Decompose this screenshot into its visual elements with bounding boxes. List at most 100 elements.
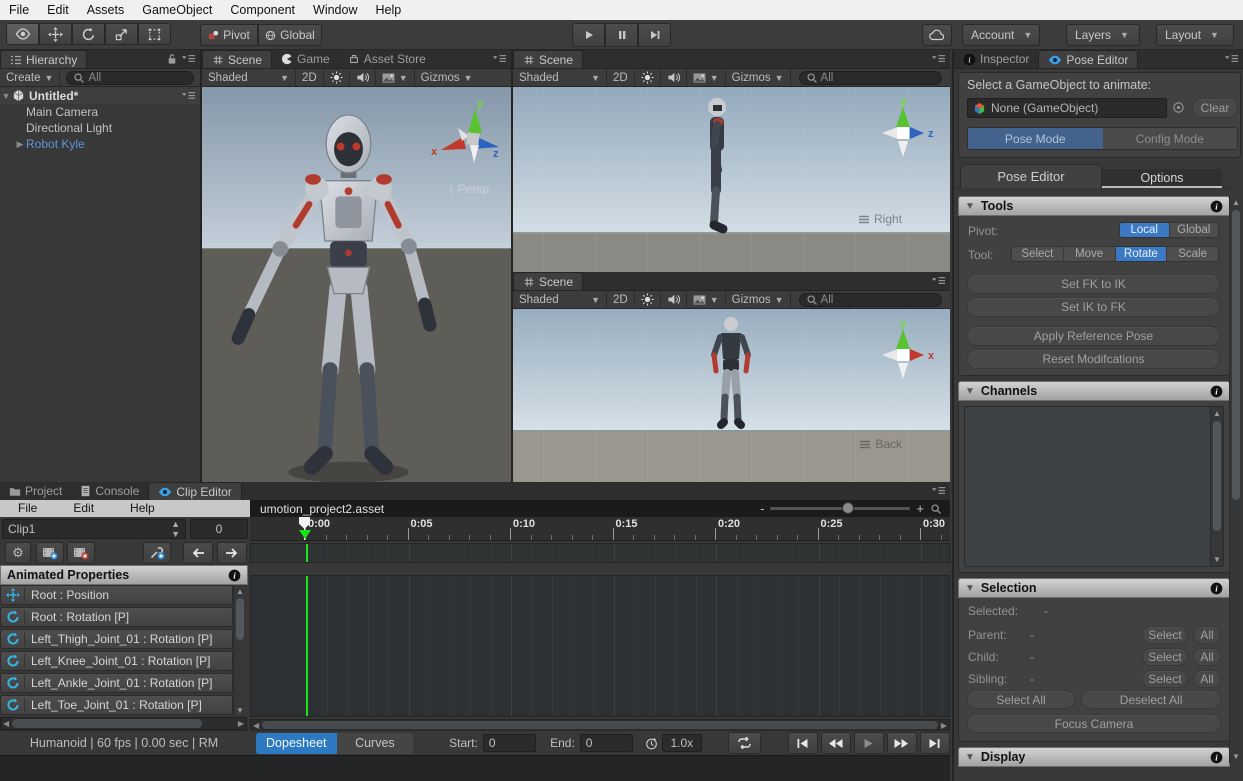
rotate-tool-button[interactable] [72, 23, 105, 45]
audio-toggle[interactable] [661, 69, 687, 87]
clip-dropdown[interactable]: Clip1▲▼ [2, 519, 186, 539]
scene-back-viewport[interactable]: y x Back [513, 309, 950, 482]
gizmos-dropdown[interactable]: Gizmos▼ [415, 69, 479, 87]
effects-dropdown[interactable]: ▼ [687, 69, 726, 87]
robot-back-silhouette[interactable] [701, 315, 761, 435]
tab-game[interactable]: Game [272, 50, 339, 68]
menu-edit[interactable]: Edit [38, 0, 78, 20]
deselect-all-button[interactable]: Deselect All [1081, 690, 1221, 709]
zoom-out-button[interactable]: - [760, 501, 764, 516]
property-row-left-toe-joint-01-rotation-p[interactable]: Left_Toe_Joint_01 : Rotation [P] [0, 695, 233, 715]
scene-right-viewport[interactable]: y z Right [513, 87, 950, 272]
hierarchy-item-main-camera[interactable]: Main Camera [0, 104, 200, 120]
selection-section-header[interactable]: ▼Selection i [958, 578, 1230, 598]
audio-toggle[interactable] [350, 69, 376, 87]
scale-tool-button[interactable] [105, 23, 138, 45]
tab-pose-editor[interactable]: Pose Editor [1038, 50, 1138, 68]
scroll-up-icon[interactable]: ▲ [1230, 198, 1242, 207]
dopesheet-area[interactable] [250, 575, 950, 717]
property-row-left-knee-joint-01-rotation-p[interactable]: Left_Knee_Joint_01 : Rotation [P] [0, 651, 233, 671]
menu-help[interactable]: Help [366, 0, 410, 20]
zoom-in-button[interactable]: + [916, 501, 924, 516]
foldout-icon[interactable]: ▶ [14, 139, 26, 150]
info-icon[interactable]: i [1210, 385, 1223, 398]
tab-project[interactable]: Project [0, 482, 71, 500]
all-button[interactable]: All [1193, 626, 1221, 644]
tab-scene[interactable]: Scene [202, 50, 272, 68]
pivot-option-global[interactable]: Global [1170, 223, 1219, 237]
channels-section-header[interactable]: ▼Channels i [958, 381, 1230, 401]
focus-camera-button[interactable]: Focus Camera [967, 714, 1221, 733]
channels-list[interactable]: ▲ ▼ [964, 406, 1224, 567]
tab-inspector[interactable]: i Inspector [954, 50, 1038, 68]
scene-gizmo[interactable]: y x [868, 317, 938, 387]
scroll-down-icon[interactable]: ▼ [1211, 555, 1223, 564]
skip-to-start-button[interactable] [788, 732, 818, 754]
object-picker-icon[interactable] [1172, 101, 1185, 114]
foldout-icon[interactable]: ▼ [0, 91, 12, 101]
next-key-button[interactable] [217, 542, 247, 564]
all-button[interactable]: All [1193, 648, 1221, 666]
lighting-toggle[interactable] [635, 291, 661, 309]
timeline-ruler[interactable]: 0:000:050:100:150:200:250:30 [250, 517, 950, 541]
apply-reference-pose-button[interactable]: Apply Reference Pose [967, 326, 1220, 346]
property-row-left-ankle-joint-01-rotation-p[interactable]: Left_Ankle_Joint_01 : Rotation [P] [0, 673, 233, 693]
lighting-toggle[interactable] [324, 69, 350, 87]
view-angle-label[interactable]: Back [859, 437, 902, 451]
scroll-up-icon[interactable]: ▲ [1211, 409, 1223, 418]
fast-forward-button[interactable] [887, 732, 917, 754]
panel-menu-icon[interactable] [931, 486, 946, 496]
curves-tab[interactable]: Curves [337, 733, 414, 754]
effects-dropdown[interactable]: ▼ [687, 291, 726, 309]
select-button[interactable]: Select [1142, 626, 1188, 644]
delete-clip-button[interactable] [67, 542, 95, 564]
prev-key-button[interactable] [183, 542, 213, 564]
audio-toggle[interactable] [661, 291, 687, 309]
scene-search-input[interactable]: All [799, 71, 942, 85]
2d-toggle[interactable]: 2D [607, 291, 635, 309]
pose-mode-button[interactable]: Pose Mode [968, 128, 1103, 149]
scene-menu-icon[interactable] [181, 91, 196, 101]
select-all-button[interactable]: Select All [967, 690, 1075, 709]
pose-editor-scrollbar[interactable]: ▲ ▼ [1229, 196, 1242, 763]
properties-hscrollbar[interactable]: ◀ ▶ [0, 717, 247, 730]
menu-component[interactable]: Component [221, 0, 304, 20]
property-row-root-rotation-p[interactable]: Root : Rotation [P] [0, 607, 233, 627]
clip-menu-help[interactable]: Help [112, 500, 173, 517]
select-button[interactable]: Select [1142, 670, 1188, 688]
view-tool-button[interactable] [6, 23, 39, 45]
layout-dropdown[interactable]: Layout▼ [1156, 24, 1234, 46]
menu-gameobject[interactable]: GameObject [133, 0, 221, 20]
loop-toggle-button[interactable] [728, 732, 761, 754]
properties-scrollbar[interactable]: ▲ ▼ [233, 585, 246, 717]
gameobject-field[interactable]: None (GameObject) [967, 98, 1167, 118]
tab-hierarchy[interactable]: Hierarchy [0, 50, 87, 68]
property-row-left-thigh-joint-01-rotation-p[interactable]: Left_Thigh_Joint_01 : Rotation [P] [0, 629, 233, 649]
2d-toggle[interactable]: 2D [607, 69, 635, 87]
pause-button[interactable] [605, 23, 638, 47]
property-row-root-position[interactable]: Root : Position [0, 585, 233, 605]
tool-option-rotate[interactable]: Rotate [1116, 247, 1168, 261]
clip-menu-edit[interactable]: Edit [55, 500, 112, 517]
timeline-search-icon[interactable] [930, 503, 942, 515]
info-icon[interactable]: i [1210, 751, 1223, 764]
hierarchy-search-input[interactable]: All [66, 71, 194, 85]
clip-menu-file[interactable]: File [0, 500, 55, 517]
2d-toggle[interactable]: 2D [296, 69, 324, 87]
set-fk-to-ik-button[interactable]: Set FK to IK [967, 274, 1220, 294]
tab-console[interactable]: Console [71, 482, 148, 500]
clip-settings-button[interactable]: ⚙ [5, 542, 31, 564]
panel-menu-icon[interactable] [1224, 54, 1239, 64]
hierarchy-item-directional-light[interactable]: Directional Light [0, 120, 200, 136]
move-tool-button[interactable] [39, 23, 72, 45]
all-button[interactable]: All [1193, 670, 1221, 688]
menu-window[interactable]: Window [304, 0, 366, 20]
panel-menu-icon[interactable] [931, 276, 946, 286]
end-field[interactable]: 0 [580, 734, 633, 752]
shading-dropdown[interactable]: Shaded▼ [513, 291, 607, 309]
lock-icon[interactable] [167, 53, 177, 65]
add-key-button[interactable] [143, 542, 171, 564]
reset-modifcations-button[interactable]: Reset Modifcations [967, 349, 1220, 369]
pivot-option-local[interactable]: Local [1120, 223, 1170, 237]
hierarchy-item-robot-kyle[interactable]: ▶Robot Kyle [0, 136, 200, 152]
